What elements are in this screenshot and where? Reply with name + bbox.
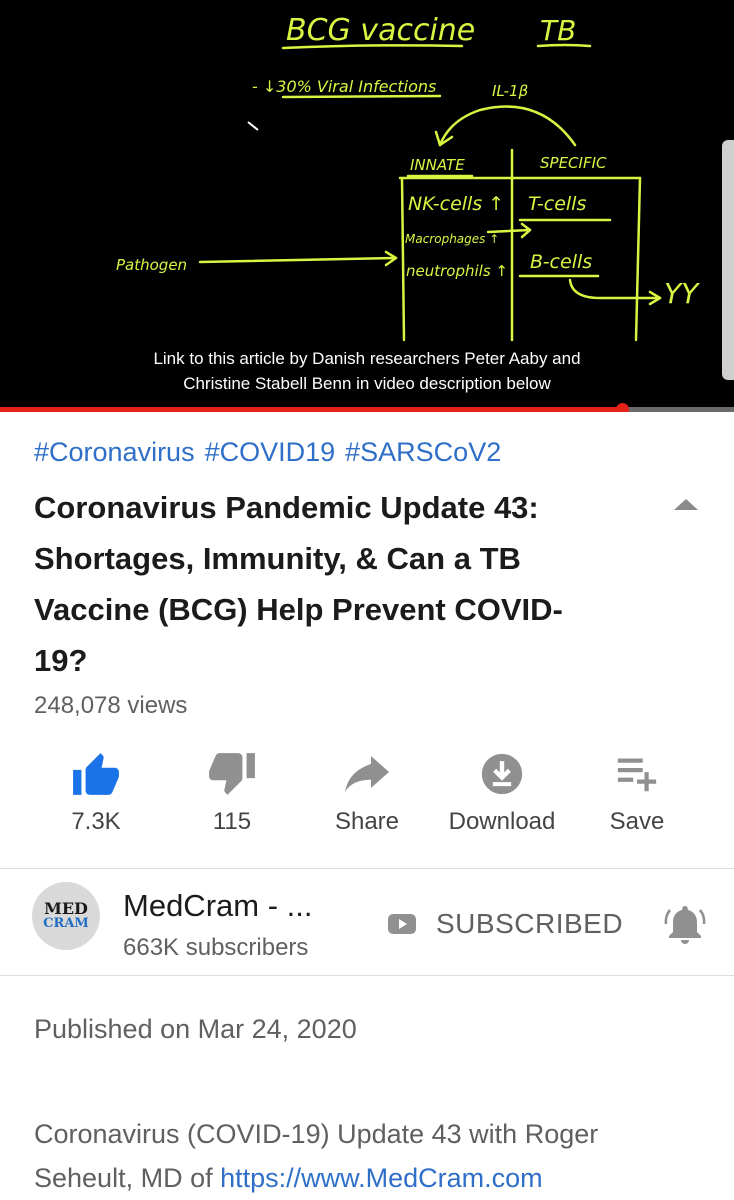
- wb-il: IL-1β: [492, 82, 529, 100]
- divider: [0, 975, 734, 976]
- wb-pathogen: Pathogen: [116, 256, 187, 274]
- divider: [0, 868, 734, 869]
- description-link[interactable]: https://www.MedCram.com: [220, 1163, 543, 1193]
- wb-viral: - ↓30% Viral Infections: [252, 77, 436, 96]
- download-button[interactable]: Download: [432, 748, 572, 836]
- wb-neutrophils: neutrophils ↑: [406, 262, 508, 280]
- channel-row: MED CRAM MedCram - ... 663K subscribers …: [0, 870, 734, 975]
- download-icon: [481, 753, 523, 795]
- save-label: Save: [609, 808, 665, 835]
- wb-nk: NK-cells ↑: [408, 193, 504, 215]
- share-button[interactable]: Share: [297, 748, 437, 836]
- share-icon: [345, 756, 389, 792]
- wb-tb: TB: [540, 14, 576, 47]
- share-label: Share: [334, 808, 400, 835]
- youtube-play-icon: [388, 914, 416, 934]
- video-progress-bar[interactable]: [0, 403, 734, 412]
- thumbs-up-icon: [73, 753, 119, 795]
- collapse-chevron-icon[interactable]: [672, 496, 700, 512]
- wb-antibodies: YY: [664, 277, 700, 310]
- like-count: 7.3K: [71, 808, 121, 835]
- download-label: Download: [448, 808, 556, 835]
- hashtag-link[interactable]: #SARSCoV2: [345, 437, 501, 467]
- video-caption-line2: Christine Stabell Benn in video descript…: [183, 374, 551, 393]
- wb-tcells: T-cells: [528, 193, 586, 215]
- notification-bell-icon[interactable]: [662, 902, 708, 948]
- avatar-logo-text: CRAM: [43, 916, 89, 931]
- wb-bcells: B-cells: [530, 251, 592, 273]
- hashtag-link[interactable]: #COVID19: [205, 437, 336, 467]
- channel-name[interactable]: MedCram - ...: [123, 888, 312, 924]
- published-date: Published on Mar 24, 2020: [34, 1014, 357, 1044]
- hashtag-row: #Coronavirus #COVID19 #SARSCoV2: [34, 437, 511, 468]
- video-player[interactable]: BCG vaccine TB - ↓30% Viral Infections I…: [0, 0, 734, 412]
- video-progress-fill: [0, 407, 623, 412]
- wb-macrophages: Macrophages ↑: [405, 232, 499, 246]
- video-caption-line1: Link to this article by Danish researche…: [153, 349, 581, 368]
- wb-innate: INNATE: [410, 156, 465, 174]
- dislike-button[interactable]: 115: [162, 748, 302, 836]
- scroll-handle[interactable]: [722, 140, 734, 380]
- subscriber-count: 663K subscribers: [123, 934, 309, 961]
- subscribed-button[interactable]: SUBSCRIBED: [436, 908, 623, 940]
- like-button[interactable]: 7.3K: [26, 748, 166, 836]
- wb-specific: SPECIFIC: [540, 154, 607, 172]
- video-title: Coronavirus Pandemic Update 43: Shortage…: [34, 490, 563, 678]
- video-progress-knob[interactable]: [616, 403, 630, 412]
- hashtag-link[interactable]: #Coronavirus: [34, 437, 195, 467]
- wb-bcg: BCG vaccine: [286, 13, 475, 48]
- channel-avatar[interactable]: MED CRAM: [32, 882, 100, 950]
- thumbs-down-icon: [209, 753, 255, 795]
- action-bar: 7.3K 115 Share Download Save: [0, 748, 734, 848]
- save-button[interactable]: Save: [567, 748, 707, 836]
- dislike-count: 115: [212, 808, 252, 835]
- playlist-add-icon: [617, 758, 657, 792]
- video-description: Coronavirus (COVID-19) Update 43 with Ro…: [34, 1112, 694, 1200]
- view-count: 248,078 views: [34, 692, 188, 719]
